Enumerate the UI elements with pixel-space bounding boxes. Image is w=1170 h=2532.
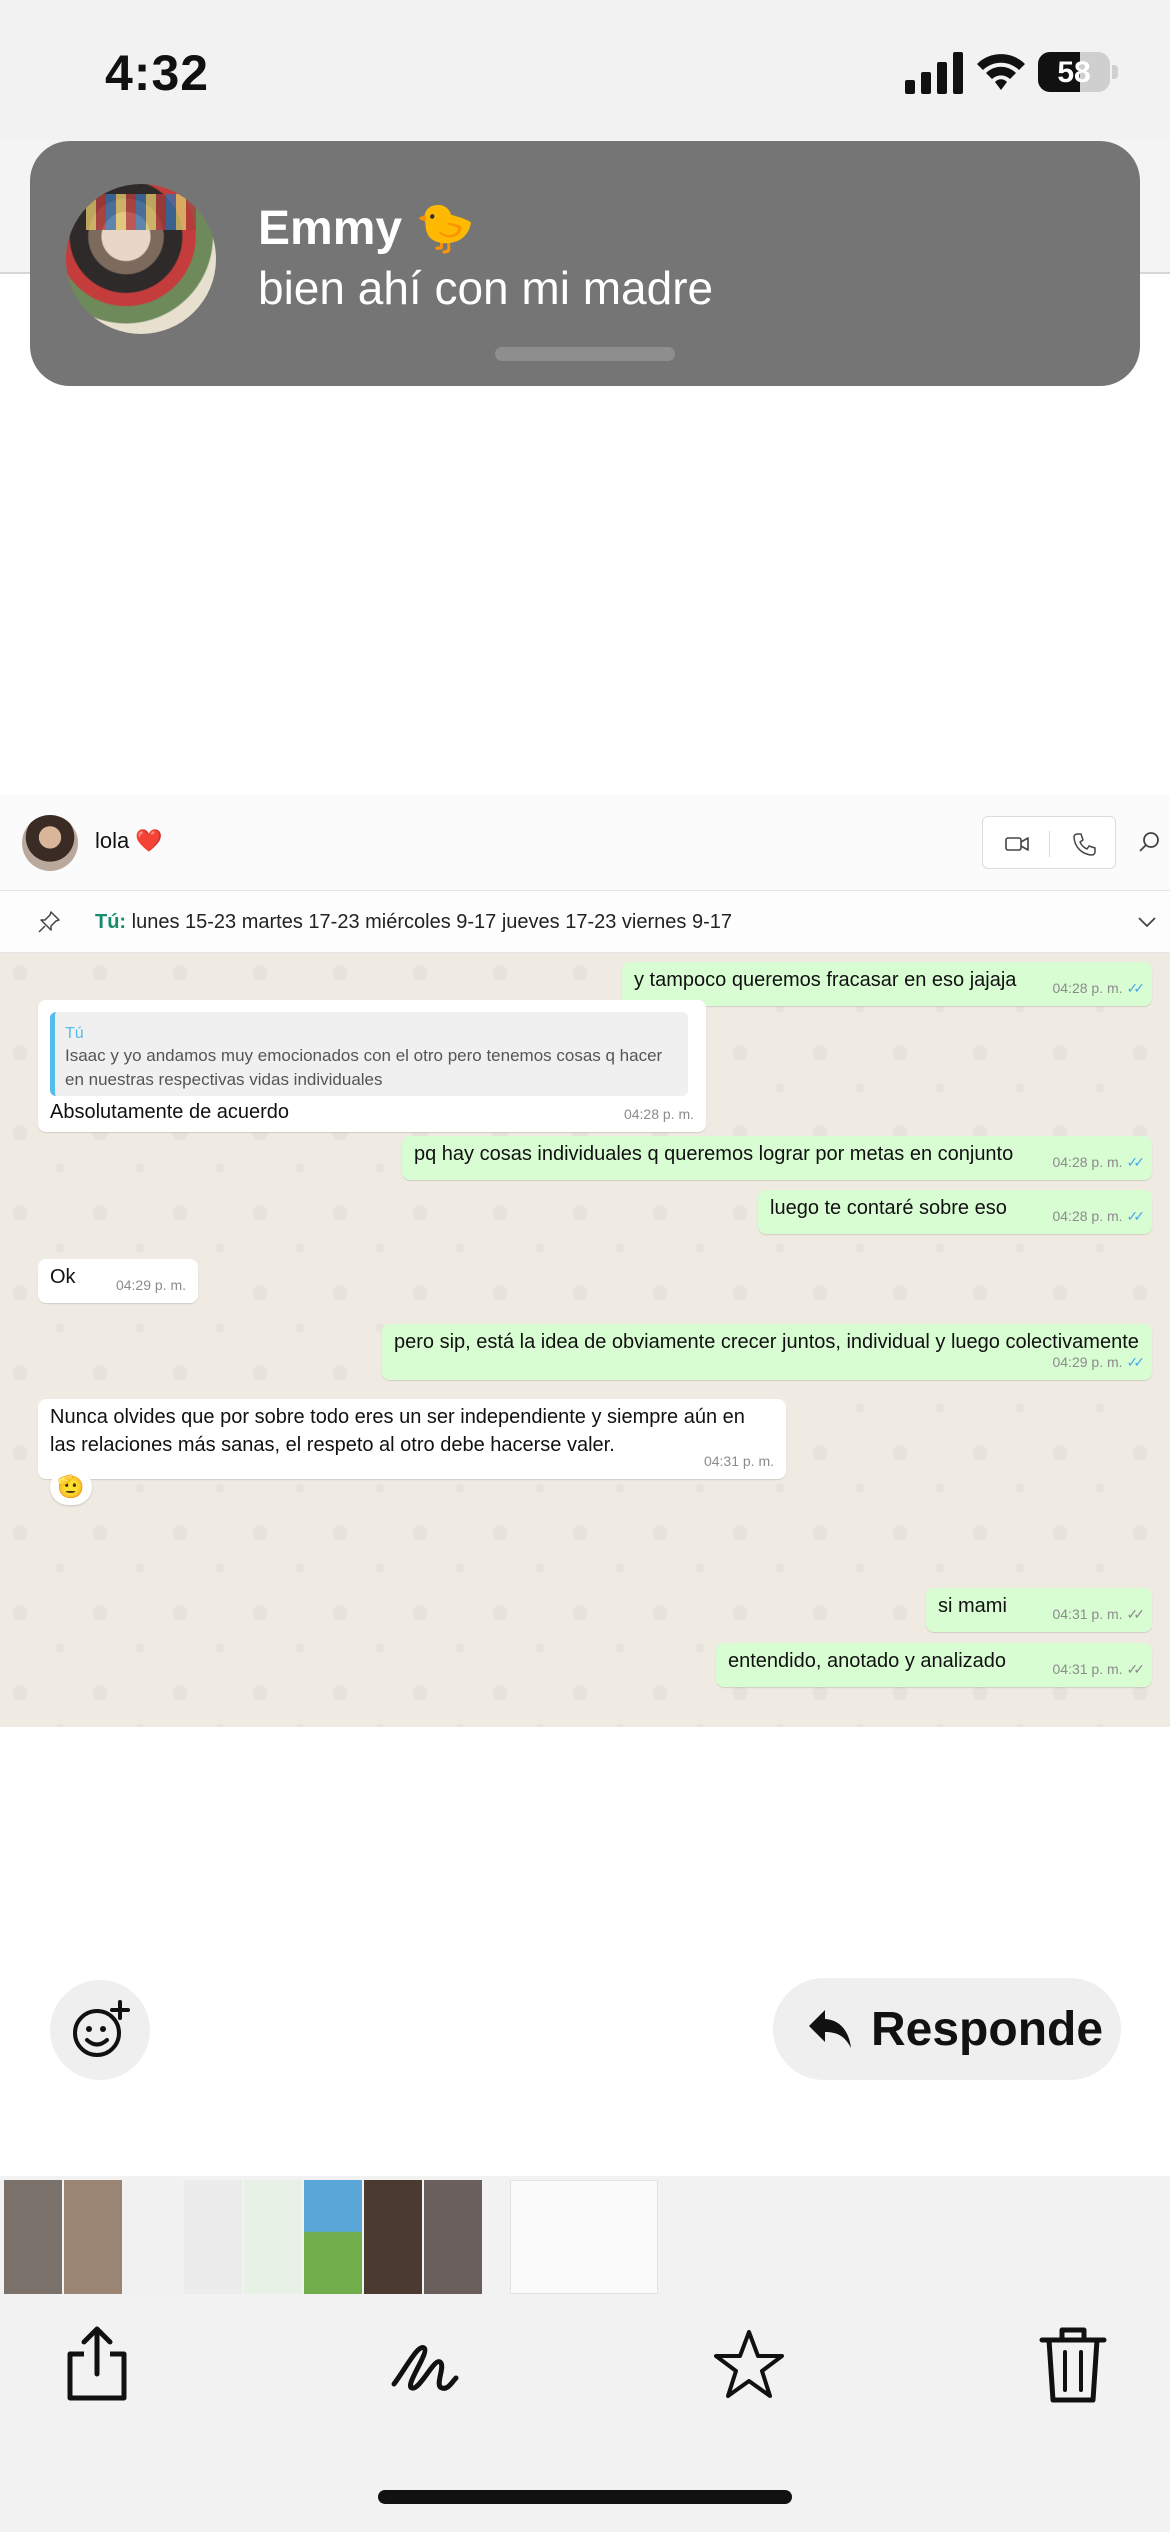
reply-button[interactable]: Responde — [773, 1978, 1121, 2080]
home-indicator[interactable] — [378, 2490, 792, 2504]
quote-text: Isaac y yo andamos muy emocionados con e… — [65, 1046, 663, 1089]
thumbnail[interactable] — [244, 2180, 302, 2294]
message-outgoing[interactable]: entendido, anotado y analizado 04:31 p. … — [716, 1643, 1152, 1687]
message-text: Absolutamente de acuerdo — [50, 1101, 290, 1123]
favorite-star-icon[interactable] — [714, 2324, 784, 2404]
thumbnail[interactable] — [4, 2180, 62, 2294]
message-time: 04:31 p. m. — [703, 1453, 774, 1469]
pin-icon — [38, 911, 60, 933]
notification-title: Emmy 🐤 — [258, 202, 476, 255]
reply-label: Responde — [871, 2003, 1104, 2056]
share-icon[interactable] — [62, 2324, 132, 2404]
phone-call-icon[interactable] — [1071, 831, 1097, 857]
pinned-content: lunes 15-23 martes 17-23 miércoles 9-17 … — [126, 911, 732, 933]
message-time: 04:28 p. m. — [1052, 980, 1123, 996]
message-text: Nunca olvides que por sobre todo eres un… — [50, 1406, 745, 1456]
trash-icon[interactable] — [1038, 2324, 1108, 2404]
status-time: 4:32 — [105, 45, 210, 101]
thumbnail[interactable] — [424, 2180, 482, 2294]
notification-banner[interactable]: Emmy 🐤 bien ahí con mi madre — [30, 141, 1140, 386]
pinned-author: Tú: — [95, 911, 127, 933]
message-outgoing[interactable]: luego te contaré sobre eso 04:28 p. m. ✓✓ — [758, 1190, 1152, 1234]
chat-header: lola ❤️ — [0, 795, 1170, 890]
message-incoming[interactable]: Nunca olvides que por sobre todo eres un… — [38, 1399, 786, 1479]
screenshot-preview: lola ❤️ Tú: lunes 15-23 martes 17-23 mié… — [0, 795, 1170, 1727]
read-receipt-icon: ✓✓ — [1126, 980, 1146, 996]
delivered-receipt-icon: ✓✓ — [1126, 1606, 1146, 1622]
status-bar: 4:32 58 — [0, 0, 1170, 140]
markup-icon[interactable] — [390, 2324, 460, 2404]
message-text: entendido, anotado y analizado — [728, 1650, 1007, 1672]
message-outgoing[interactable]: y tampoco queremos fracasar en eso jajaj… — [622, 962, 1152, 1006]
read-receipt-icon: ✓✓ — [1126, 1354, 1146, 1370]
battery-level: 58 — [1057, 56, 1091, 89]
message-outgoing[interactable]: pq hay cosas individuales q queremos log… — [402, 1136, 1152, 1180]
contact-avatar — [22, 815, 78, 871]
message-time: 04:28 p. m. — [1052, 1208, 1123, 1224]
chevron-down-icon[interactable] — [1134, 909, 1160, 935]
notification-handle[interactable] — [495, 347, 675, 361]
message-text: y tampoco queremos fracasar en eso jajaj… — [634, 969, 1017, 991]
thumbnail[interactable] — [364, 2180, 422, 2294]
chat-messages: y tampoco queremos fracasar en eso jajaj… — [0, 953, 1170, 1727]
cellular-signal-icon — [905, 52, 963, 94]
message-incoming[interactable]: Ok 04:29 p. m. — [38, 1259, 198, 1303]
add-reaction-button[interactable] — [50, 1980, 150, 2080]
message-text: Ok — [50, 1266, 76, 1288]
delivered-receipt-icon: ✓✓ — [1126, 1661, 1146, 1677]
message-text: si mami — [938, 1595, 1007, 1617]
notification-body: bien ahí con mi madre — [258, 262, 714, 314]
message-text: luego te contaré sobre eso — [770, 1197, 1007, 1219]
battery-icon: 58 — [1038, 52, 1110, 92]
wifi-icon — [977, 54, 1025, 90]
message-incoming[interactable]: Tú Isaac y yo andamos muy emocionados co… — [38, 1000, 706, 1132]
thumbnail-selected[interactable] — [510, 2180, 658, 2294]
message-time: 04:29 p. m. — [1052, 1354, 1123, 1370]
message-time: 04:31 p. m. — [1052, 1606, 1123, 1622]
thumbnail[interactable] — [304, 2180, 362, 2294]
add-reaction-icon — [73, 2000, 130, 2057]
thumbnail[interactable] — [184, 2180, 242, 2294]
message-reaction[interactable]: 🫡 — [50, 1469, 92, 1505]
message-time: 04:31 p. m. — [1052, 1661, 1123, 1677]
reply-arrow-icon — [809, 2010, 851, 2048]
message-time: 04:28 p. m. — [1052, 1154, 1123, 1170]
message-outgoing[interactable]: pero sip, está la idea de obviamente cre… — [382, 1324, 1152, 1380]
message-outgoing[interactable]: si mami 04:31 p. m. ✓✓ — [926, 1588, 1152, 1632]
contact-name: lola ❤️ — [95, 828, 163, 853]
message-time: 04:29 p. m. — [115, 1277, 186, 1293]
notification-avatar — [66, 184, 216, 334]
message-text: pero sip, está la idea de obviamente cre… — [394, 1331, 1139, 1353]
pinned-message[interactable]: Tú: lunes 15-23 martes 17-23 miércoles 9… — [0, 890, 1170, 953]
thumbnail[interactable] — [124, 2180, 182, 2294]
thumbnail-strip — [0, 2176, 1170, 2296]
read-receipt-icon: ✓✓ — [1126, 1154, 1146, 1170]
message-text: pq hay cosas individuales q queremos log… — [414, 1143, 1014, 1165]
video-call-icon[interactable] — [1004, 831, 1030, 857]
read-receipt-icon: ✓✓ — [1126, 1208, 1146, 1224]
thumbnail[interactable] — [64, 2180, 122, 2294]
battery-cap — [1112, 65, 1118, 79]
call-buttons — [982, 816, 1116, 869]
quoted-message[interactable]: Tú Isaac y yo andamos muy emocionados co… — [50, 1012, 688, 1096]
message-time: 04:28 p. m. — [623, 1106, 694, 1122]
search-icon[interactable] — [1138, 830, 1162, 854]
pinned-text: Tú: lunes 15-23 martes 17-23 miércoles 9… — [95, 911, 732, 934]
